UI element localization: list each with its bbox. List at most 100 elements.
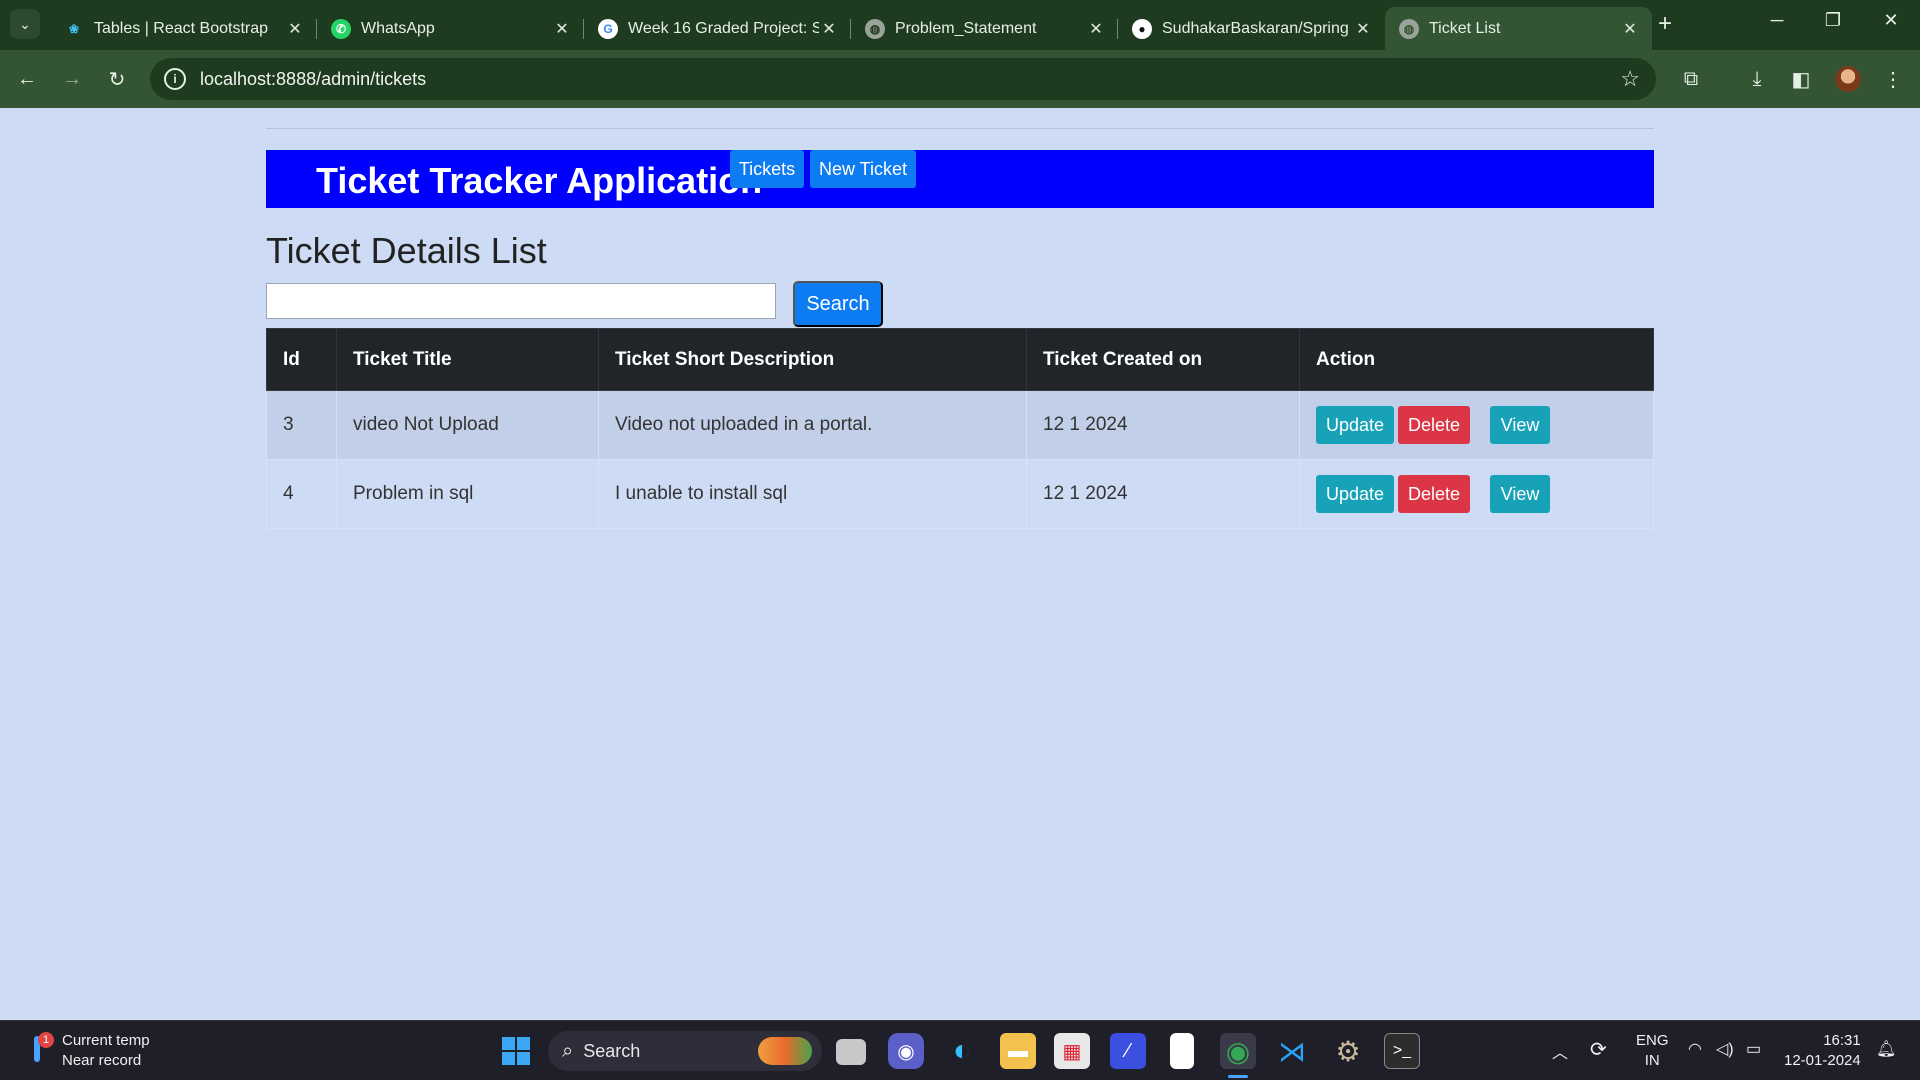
minimize-icon[interactable]: ─	[1762, 10, 1792, 31]
bookmark-star-icon[interactable]: ☆	[1620, 66, 1640, 92]
weather-line-1: Current temp	[62, 1032, 150, 1049]
browser-tab[interactable]: ❀ Tables | React Bootstrap ✕	[50, 7, 317, 50]
notepad-icon[interactable]	[1170, 1033, 1194, 1069]
delete-button[interactable]: Delete	[1398, 406, 1470, 444]
browser-tab[interactable]: G Week 16 Graded Project: S ✕	[584, 7, 851, 50]
restore-icon[interactable]: ❐	[1818, 10, 1848, 31]
taskbar-search[interactable]: ⌕ Search	[548, 1031, 822, 1071]
taskbar-search-label: Search	[583, 1040, 641, 1061]
page-content: Ticket Tracker Application Tickets New T…	[0, 108, 1920, 1020]
ticket-id: 3	[266, 390, 337, 460]
ticket-created: 12 1 2024	[1026, 459, 1300, 529]
sync-icon[interactable]: ⟳	[1590, 1037, 1607, 1062]
column-header-id: Id	[266, 328, 337, 391]
vscode-icon[interactable]: ⋊	[1274, 1033, 1310, 1069]
thermometer-icon: 1	[26, 1032, 54, 1068]
browser-tab[interactable]: ✆ WhatsApp ✕	[317, 7, 584, 50]
update-button[interactable]: Update	[1316, 475, 1394, 513]
table-row: 4 Problem in sql I unable to install sql…	[266, 459, 1654, 529]
close-icon[interactable]: ✕	[285, 19, 305, 39]
column-header-created: Ticket Created on	[1026, 328, 1300, 391]
terminal-icon[interactable]: >_	[1384, 1033, 1420, 1069]
close-window-icon[interactable]: ✕	[1876, 10, 1906, 31]
teams-chat-icon[interactable]: ◉	[888, 1033, 924, 1069]
update-button[interactable]: Update	[1316, 406, 1394, 444]
weather-widget[interactable]: 1 Current temp Near record	[26, 1031, 150, 1071]
chrome-icon[interactable]: ◉	[1220, 1033, 1256, 1069]
view-button[interactable]: View	[1490, 406, 1550, 444]
nav-new-ticket-button[interactable]: New Ticket	[810, 150, 916, 188]
clock-time: 16:31	[1823, 1032, 1861, 1049]
tab-title: WhatsApp	[361, 19, 435, 37]
site-info-icon[interactable]: i	[164, 68, 186, 90]
notification-badge: 1	[38, 1032, 54, 1048]
nav-tickets-button[interactable]: Tickets	[730, 150, 804, 188]
search-icon: ⌕	[562, 1039, 574, 1062]
page-title: Ticket Details List	[266, 230, 547, 271]
close-icon[interactable]: ✕	[1086, 19, 1106, 39]
file-explorer-icon[interactable]: ▬	[1000, 1033, 1036, 1069]
clock[interactable]: 16:31 12-01-2024	[1784, 1031, 1861, 1071]
close-icon[interactable]: ✕	[552, 19, 572, 39]
edge-icon[interactable]: ◐	[944, 1033, 980, 1069]
browser-tab-active[interactable]: ◍ Ticket List ✕	[1385, 7, 1652, 50]
clock-date: 12-01-2024	[1784, 1052, 1861, 1069]
search-input[interactable]	[266, 283, 776, 319]
globe-icon: ◍	[865, 18, 885, 39]
column-header-title: Ticket Title	[336, 328, 599, 391]
settings-gear-icon[interactable]: ⚙	[1330, 1033, 1366, 1069]
chevron-up-icon[interactable]: ︿	[1552, 1039, 1568, 1063]
reload-icon[interactable]: ↻	[102, 64, 132, 94]
active-app-indicator	[1228, 1075, 1248, 1078]
browser-tab-strip: ⌄ ❀ Tables | React Bootstrap ✕ ✆ WhatsAp…	[0, 0, 1920, 50]
profile-avatar[interactable]	[1835, 66, 1861, 92]
address-bar[interactable]: i localhost:8888/admin/tickets ☆	[150, 58, 1656, 100]
weather-line-2: Near record	[62, 1052, 142, 1069]
ticket-actions: Update Delete View	[1299, 459, 1654, 529]
delete-button[interactable]: Delete	[1398, 475, 1470, 513]
windows-start-icon[interactable]	[502, 1037, 530, 1065]
tab-title: SudhakarBaskaran/Spring	[1162, 19, 1349, 37]
forward-icon[interactable]: →	[57, 64, 87, 94]
tab-search-icon[interactable]: ⌄	[10, 9, 40, 39]
tickets-table: Id Ticket Title Ticket Short Description…	[266, 328, 1654, 529]
ticket-description: Video not uploaded in a portal.	[598, 390, 1027, 460]
column-header-description: Ticket Short Description	[598, 328, 1027, 391]
download-icon[interactable]: ⤓	[1742, 64, 1772, 94]
battery-icon[interactable]: ▭	[1746, 1039, 1761, 1059]
ticket-actions: Update Delete View	[1299, 390, 1654, 460]
ticket-created: 12 1 2024	[1026, 390, 1300, 460]
back-icon[interactable]: ←	[12, 64, 42, 94]
microsoft-store-icon[interactable]: ▦	[1054, 1033, 1090, 1069]
notification-bell-icon[interactable]: 🔔︎	[1876, 1039, 1896, 1059]
close-icon[interactable]: ✕	[1620, 19, 1640, 39]
whiteboard-icon[interactable]: ⁄	[1110, 1033, 1146, 1069]
extensions-icon[interactable]: ⧉	[1676, 64, 1706, 94]
browser-tab[interactable]: ◍ Problem_Statement ✕	[851, 7, 1118, 50]
tab-title: Week 16 Graded Project: S	[628, 19, 819, 37]
close-icon[interactable]: ✕	[1353, 19, 1373, 39]
react-bootstrap-icon: ❀	[68, 21, 80, 36]
menu-icon[interactable]: ⋮	[1878, 64, 1908, 94]
taskbar: 1 Current temp Near record ⌕ Search ◉ ◐ …	[0, 1020, 1920, 1080]
github-icon: ●	[1132, 18, 1152, 39]
app-brand[interactable]: Ticket Tracker Application	[316, 160, 762, 202]
new-tab-icon[interactable]: +	[1650, 10, 1680, 38]
globe-icon: ◍	[1399, 18, 1419, 39]
google-icon: G	[598, 18, 618, 39]
side-panel-icon[interactable]: ◧	[1786, 64, 1816, 94]
url-text[interactable]: localhost:8888/admin/tickets	[200, 69, 426, 90]
language-indicator[interactable]: ENG IN	[1636, 1031, 1669, 1071]
task-view-icon[interactable]	[836, 1039, 866, 1065]
table-header-row: Id Ticket Title Ticket Short Description…	[266, 328, 1654, 391]
view-button[interactable]: View	[1490, 475, 1550, 513]
close-icon[interactable]: ✕	[819, 19, 839, 39]
volume-icon[interactable]: ◁)	[1716, 1039, 1734, 1059]
ticket-title: video Not Upload	[336, 390, 599, 460]
ticket-description: I unable to install sql	[598, 459, 1027, 529]
browser-tab[interactable]: ● SudhakarBaskaran/Spring ✕	[1118, 7, 1385, 50]
tab-title: Ticket List	[1429, 19, 1501, 37]
region-code: IN	[1644, 1052, 1660, 1069]
wifi-icon[interactable]: ◠	[1688, 1039, 1702, 1059]
search-button[interactable]: Search	[793, 281, 883, 327]
